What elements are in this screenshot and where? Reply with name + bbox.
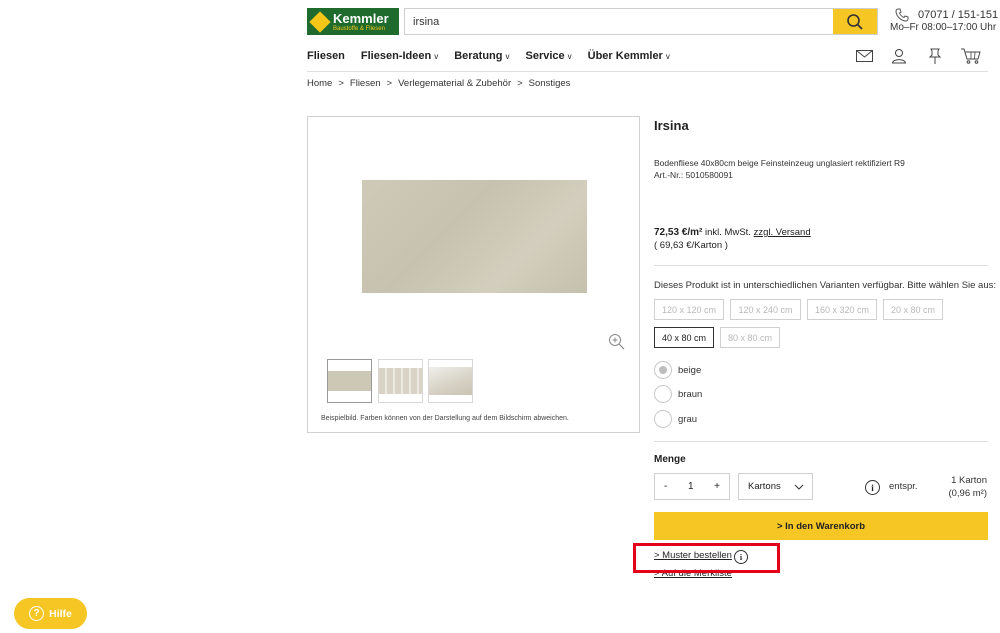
header-divider	[307, 71, 988, 72]
size-option-160x320[interactable]: 160 x 320 cm	[807, 299, 877, 320]
thumbnail-image	[379, 368, 422, 394]
unit-select[interactable]: Kartons	[738, 473, 813, 500]
shopping-cart-icon[interactable]	[960, 47, 982, 65]
equivalent-label: entspr.	[889, 481, 918, 492]
quantity-decrease-button[interactable]: -	[664, 481, 667, 492]
help-button[interactable]: ? Hilfe	[14, 598, 87, 629]
search-button[interactable]	[833, 9, 877, 34]
product-description: Bodenfliese 40x80cm beige Feinsteinzeug …	[654, 157, 905, 181]
thumbnail-2[interactable]	[378, 359, 423, 403]
breadcrumb-verlegematerial[interactable]: Verlegematerial & Zubehör	[398, 78, 511, 89]
divider	[654, 441, 988, 442]
add-to-cart-button[interactable]: > In den Warenkorb	[654, 512, 988, 540]
equivalent-area: (0,96 m²)	[948, 488, 987, 499]
breadcrumb-separator: >	[338, 78, 344, 89]
equivalent-amount: 1 Karton (0,96 m²)	[930, 474, 987, 500]
color-option-braun[interactable]: braun	[654, 385, 702, 403]
radio-button[interactable]	[654, 410, 672, 428]
nav-item-beratung[interactable]: Beratung v	[454, 50, 509, 62]
chevron-down-icon: v	[567, 51, 572, 61]
search-bar	[404, 8, 878, 35]
kemmler-logo[interactable]: Kemmler Baustoffe & Fliesen	[307, 8, 399, 35]
search-input[interactable]	[405, 9, 833, 34]
highlight-box	[633, 543, 780, 573]
help-icon: ?	[29, 606, 45, 621]
opening-hours: Mo–Fr 08:00–17:00 Uhr	[890, 22, 997, 33]
quantity-increase-button[interactable]: +	[714, 481, 720, 492]
price-per-carton: ( 69,63 €/Karton )	[654, 240, 728, 251]
bookmark-pin-icon[interactable]	[928, 47, 942, 65]
logo-mark-icon	[309, 10, 331, 33]
main-nav: Fliesen Fliesen-Ideen v Beratung v Service…	[307, 50, 670, 62]
radio-selected-dot	[659, 366, 667, 374]
mail-icon[interactable]	[855, 47, 874, 65]
chevron-down-icon: v	[505, 51, 510, 61]
search-icon	[847, 13, 863, 30]
breadcrumb-sonstiges[interactable]: Sonstiges	[529, 78, 571, 89]
equivalent-cartons: 1 Karton	[951, 475, 987, 486]
radio-button[interactable]	[654, 385, 672, 403]
nav-item-service[interactable]: Service v	[525, 50, 571, 62]
logo-subtitle: Baustoffe & Fliesen	[333, 25, 385, 32]
chevron-down-icon	[794, 484, 804, 490]
size-option-40x80[interactable]: 40 x 80 cm	[654, 327, 714, 348]
unit-select-value: Kartons	[748, 481, 781, 492]
user-account-icon[interactable]	[890, 47, 908, 65]
color-option-grau[interactable]: grau	[654, 410, 697, 428]
logo-name: Kemmler	[333, 10, 389, 26]
price-per-m2: 72,53 €/m²	[654, 227, 703, 238]
quantity-label: Menge	[654, 454, 686, 465]
thumbnail-image	[429, 367, 472, 395]
nav-item-fliesen[interactable]: Fliesen	[307, 50, 345, 62]
size-option-80x80[interactable]: 80 x 80 cm	[720, 327, 780, 348]
help-label: Hilfe	[49, 607, 72, 620]
size-option-20x80[interactable]: 20 x 80 cm	[883, 299, 943, 320]
article-number: Art.-Nr.: 5010580091	[654, 170, 733, 180]
nav-item-fliesen-ideen[interactable]: Fliesen-Ideen v	[361, 50, 438, 62]
size-option-120x120[interactable]: 120 x 120 cm	[654, 299, 724, 320]
chevron-down-icon: v	[434, 51, 439, 61]
product-description-text: Bodenfliese 40x80cm beige Feinsteinzeug …	[654, 158, 905, 168]
product-main-image[interactable]	[362, 180, 587, 293]
zoom-in-icon[interactable]	[608, 333, 625, 350]
color-label: braun	[678, 388, 703, 400]
shipping-link[interactable]: zzgl. Versand	[754, 227, 811, 238]
price-block: 72,53 €/m² inkl. MwSt. zzgl. Versand ( 6…	[654, 226, 811, 252]
radio-button[interactable]	[654, 361, 672, 379]
info-icon[interactable]: i	[865, 480, 880, 495]
product-title: Irsina	[654, 118, 689, 133]
phone-number[interactable]: 07071 / 151-151	[918, 9, 998, 21]
product-gallery: Beispielbild. Farben können von der Dars…	[307, 116, 640, 433]
breadcrumb: Home > Fliesen > Verlegematerial & Zubeh…	[307, 78, 570, 89]
image-disclaimer: Beispielbild. Farben können von der Dars…	[321, 415, 569, 422]
breadcrumb-separator: >	[517, 78, 523, 89]
thumbnail-image	[328, 371, 371, 391]
breadcrumb-fliesen[interactable]: Fliesen	[350, 78, 381, 89]
chevron-down-icon: v	[665, 51, 670, 61]
color-label: grau	[678, 413, 698, 425]
divider	[654, 265, 988, 266]
variant-hint: Dieses Produkt ist in unterschiedlichen …	[654, 280, 997, 291]
phone-icon	[895, 8, 909, 22]
thumbnail-1[interactable]	[327, 359, 372, 403]
breadcrumb-separator: >	[386, 78, 393, 89]
size-option-120x240[interactable]: 120 x 240 cm	[730, 299, 801, 320]
thumbnail-3[interactable]	[428, 359, 473, 403]
color-label: beige	[678, 364, 702, 376]
color-option-beige[interactable]: beige	[654, 361, 701, 379]
quantity-value[interactable]: 1	[688, 481, 694, 492]
nav-item-ueber-kemmler[interactable]: Über Kemmler v	[588, 50, 670, 62]
quantity-stepper: - 1 +	[654, 473, 730, 500]
breadcrumb-home[interactable]: Home	[307, 78, 332, 89]
price-tax-note: inkl. MwSt.	[705, 227, 751, 238]
